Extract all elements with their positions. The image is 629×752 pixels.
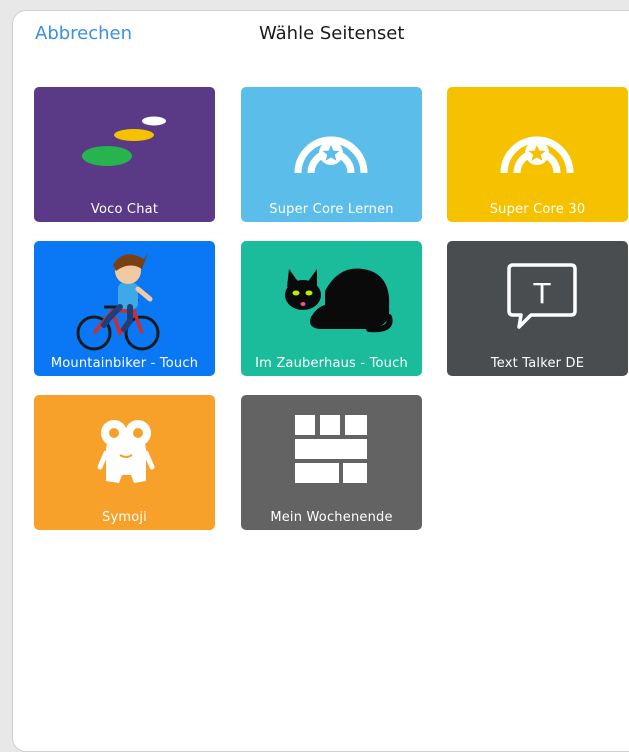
svg-text:T: T — [532, 277, 551, 310]
tile-symoji[interactable]: Symoji — [34, 395, 215, 530]
tile-label: Im Zauberhaus - Touch — [255, 356, 408, 371]
tile-label: Symoji — [102, 510, 147, 525]
star-rainbow-icon — [294, 136, 368, 174]
tile-text-talker-de[interactable]: T Text Talker DE — [447, 241, 628, 376]
speech-bubble-t-icon: T — [507, 263, 577, 329]
tile-super-core-lernen[interactable]: Super Core Lernen — [241, 87, 422, 222]
page-set-picker-sheet: Abbrechen Wähle Seitenset Voco Chat Supe… — [12, 10, 629, 752]
cancel-button[interactable]: Abbrechen — [35, 23, 132, 44]
cyclist-icon — [76, 253, 160, 351]
tile-label: Super Core Lernen — [269, 202, 394, 217]
brick-wall-icon — [295, 415, 367, 483]
tile-label: Text Talker DE — [490, 356, 585, 371]
tile-label: Voco Chat — [90, 202, 159, 217]
black-cat-icon — [285, 268, 393, 333]
star-rainbow-icon — [500, 136, 574, 174]
tile-voco-chat[interactable]: Voco Chat — [34, 87, 215, 222]
tile-mein-wochenende[interactable]: Mein Wochenende — [241, 395, 422, 530]
voco-chat-icon — [82, 116, 166, 166]
tile-label: Super Core 30 — [489, 202, 586, 217]
tile-label: Mountainbiker - Touch — [50, 356, 199, 371]
tile-mountainbiker-touch[interactable]: Mountainbiker - Touch — [34, 241, 215, 376]
tile-super-core-30[interactable]: Super Core 30 — [447, 87, 628, 222]
tile-im-zauberhaus-touch[interactable]: Im Zauberhaus - Touch — [241, 241, 422, 376]
tile-label: Mein Wochenende — [270, 510, 393, 525]
symoji-character-icon — [97, 420, 155, 483]
page-title: Wähle Seitenset — [259, 23, 405, 44]
